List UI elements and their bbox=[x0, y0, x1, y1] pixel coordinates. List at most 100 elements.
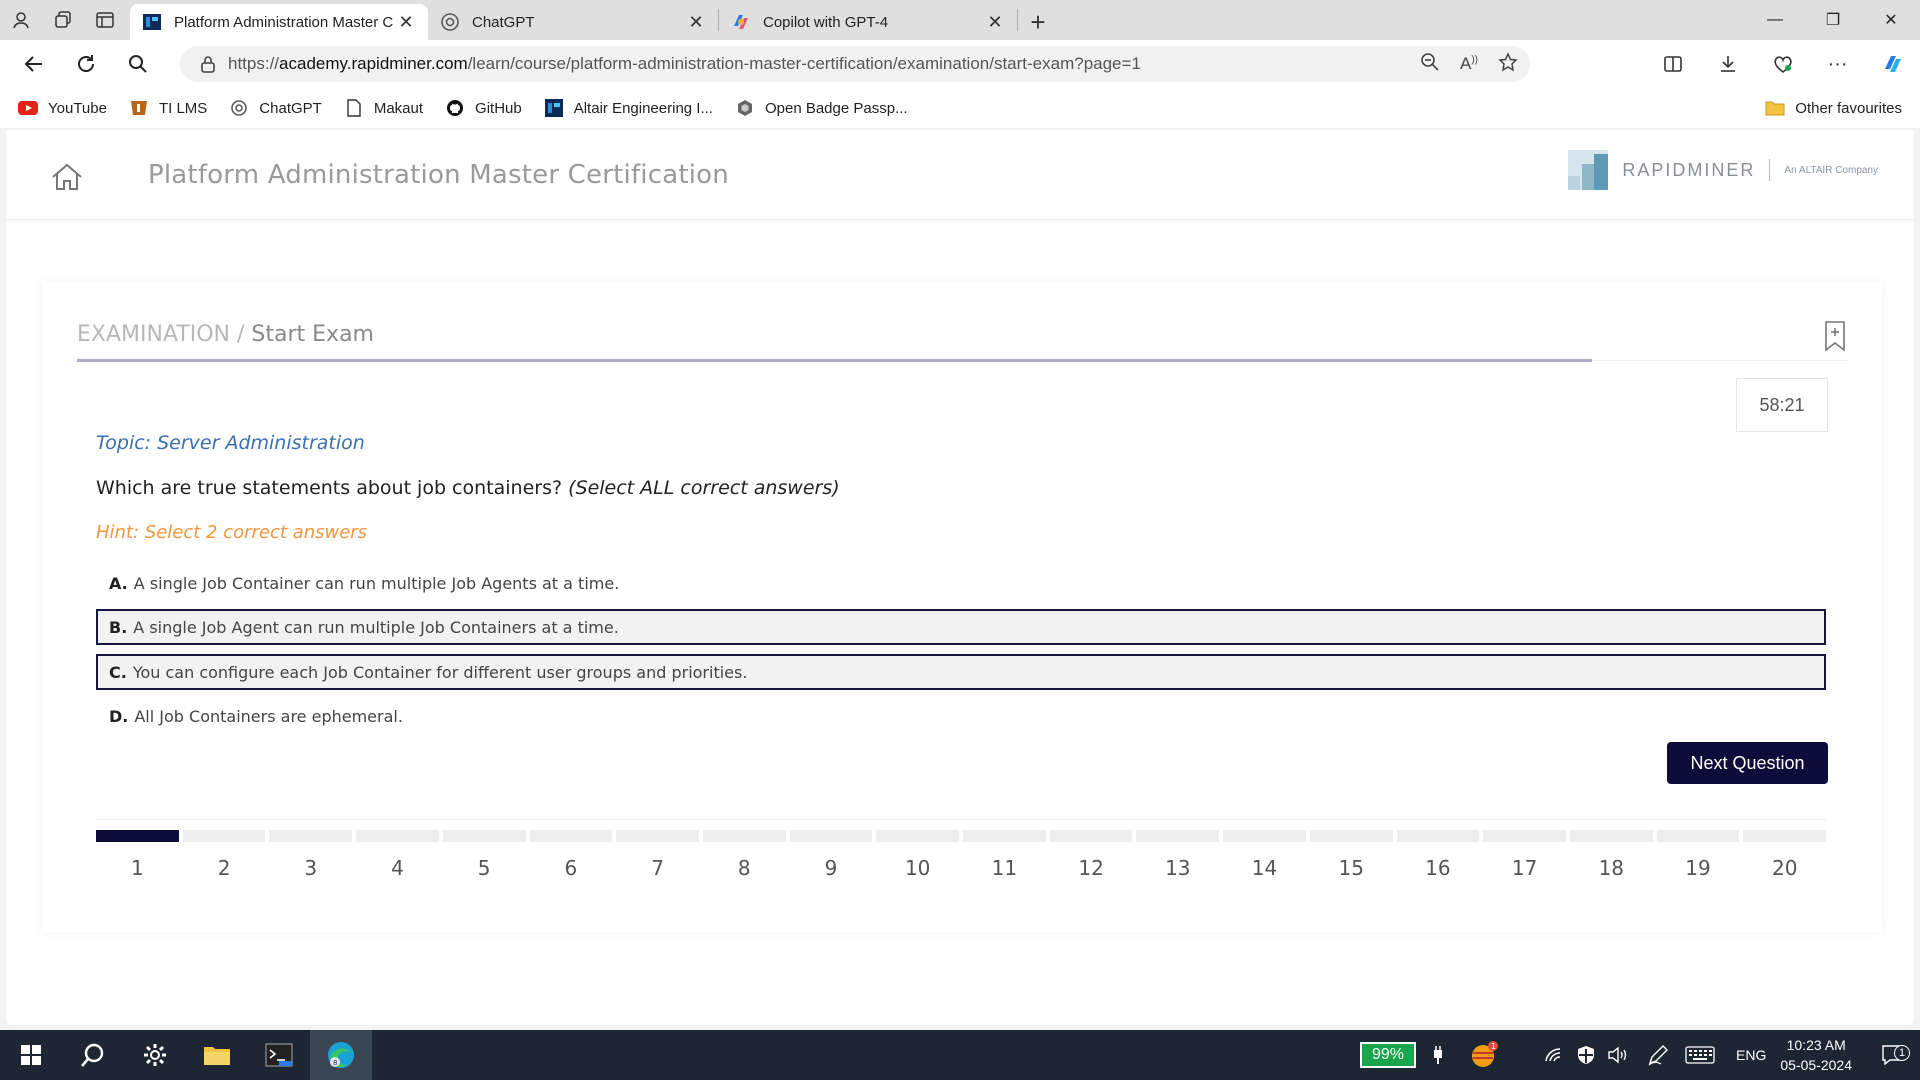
back-button[interactable] bbox=[8, 40, 60, 88]
question-nav-item-16[interactable]: 16 bbox=[1396, 830, 1480, 880]
question-nav-bar bbox=[96, 830, 179, 842]
restore-button[interactable]: ❐ bbox=[1804, 0, 1862, 40]
home-icon[interactable] bbox=[50, 162, 84, 197]
bookmark-chatgpt[interactable]: ChatGPT bbox=[229, 98, 322, 118]
question-topic: Topic: Server Administration bbox=[96, 432, 365, 454]
security-shield-icon[interactable] bbox=[1570, 1045, 1602, 1065]
clock-time: 10:23 AM bbox=[1786, 1037, 1846, 1053]
question-nav-item-3[interactable]: 3 bbox=[269, 830, 353, 880]
question-nav-number: 18 bbox=[1598, 856, 1625, 880]
bookmark-youtube[interactable]: YouTube bbox=[18, 98, 107, 118]
new-tab-button[interactable]: + bbox=[1018, 4, 1058, 40]
question-nav-item-9[interactable]: 9 bbox=[789, 830, 873, 880]
close-tab-icon[interactable]: ✕ bbox=[396, 12, 416, 33]
answer-option-c[interactable]: C. You can configure each Job Container … bbox=[96, 654, 1826, 690]
question-nav-item-7[interactable]: 7 bbox=[616, 830, 699, 880]
ti-icon bbox=[129, 98, 149, 118]
language-indicator[interactable]: ENG bbox=[1736, 1047, 1766, 1063]
volume-icon[interactable] bbox=[1602, 1046, 1634, 1064]
rapidminer-logo[interactable]: RAPIDMINER An ALTAIR Company bbox=[1568, 150, 1878, 190]
more-options-icon[interactable]: ··· bbox=[1810, 40, 1865, 88]
bookmark-add-icon[interactable] bbox=[1824, 320, 1846, 357]
question-nav-item-10[interactable]: 10 bbox=[876, 830, 960, 880]
answer-option-a[interactable]: A. A single Job Container can run multip… bbox=[96, 565, 1826, 601]
question-nav-item-5[interactable]: 5 bbox=[442, 830, 526, 880]
question-nav-item-18[interactable]: 18 bbox=[1569, 830, 1653, 880]
taskbar-search-icon[interactable] bbox=[62, 1030, 124, 1080]
svg-text:1: 1 bbox=[1491, 1042, 1496, 1051]
bookmark-altair[interactable]: Altair Engineering I... bbox=[544, 98, 713, 118]
question-nav-number: 10 bbox=[904, 856, 931, 880]
clock[interactable]: 10:23 AM 05-05-2024 bbox=[1780, 1035, 1852, 1075]
option-text: You can configure each Job Container for… bbox=[132, 662, 748, 682]
question-nav-item-4[interactable]: 4 bbox=[356, 830, 439, 880]
download-icon[interactable] bbox=[1700, 40, 1755, 88]
search-icon[interactable] bbox=[112, 40, 164, 88]
question-nav-bar bbox=[876, 830, 960, 842]
question-nav-item-12[interactable]: 12 bbox=[1049, 830, 1133, 880]
answer-option-d[interactable]: D. All Job Containers are ephemeral. bbox=[96, 698, 1826, 734]
address-bar-row: https://academy.rapidminer.com/learn/cou… bbox=[0, 40, 1920, 88]
option-letter: A. bbox=[109, 573, 128, 593]
favorite-star-icon[interactable] bbox=[1498, 51, 1518, 77]
question-nav-bar bbox=[1136, 830, 1220, 842]
pen-icon[interactable] bbox=[1642, 1044, 1674, 1066]
close-tab-icon[interactable]: ✕ bbox=[985, 12, 1005, 33]
battery-indicator[interactable]: 99% bbox=[1360, 1042, 1417, 1068]
question-nav-item-15[interactable]: 15 bbox=[1309, 830, 1393, 880]
other-favourites[interactable]: Other favourites bbox=[1765, 88, 1902, 128]
start-button[interactable] bbox=[0, 1030, 62, 1080]
question-nav-item-17[interactable]: 17 bbox=[1483, 830, 1566, 880]
wifi-icon[interactable] bbox=[1538, 1047, 1570, 1063]
question-nav-item-1[interactable]: 1 bbox=[96, 830, 179, 880]
youtube-icon bbox=[18, 98, 38, 118]
zoom-out-icon[interactable] bbox=[1420, 52, 1440, 77]
bookmark-ti-lms[interactable]: TI LMS bbox=[129, 98, 207, 118]
question-nav-number: 19 bbox=[1685, 856, 1711, 880]
file-explorer-icon[interactable] bbox=[186, 1030, 248, 1080]
browser-essentials-icon[interactable] bbox=[1755, 40, 1810, 88]
question-nav-item-2[interactable]: 2 bbox=[182, 830, 266, 880]
question-nav-number: 4 bbox=[391, 856, 404, 880]
url-field[interactable]: https://academy.rapidminer.com/learn/cou… bbox=[180, 46, 1530, 82]
notification-icon[interactable]: 1 bbox=[1870, 1045, 1916, 1065]
tab-title: Copilot with GPT-4 bbox=[763, 13, 889, 31]
tab-chatgpt[interactable]: ChatGPT ✕ bbox=[428, 4, 718, 40]
terminal-icon[interactable] bbox=[248, 1030, 310, 1080]
close-tab-icon[interactable]: ✕ bbox=[686, 12, 706, 33]
bookmark-github[interactable]: GitHub bbox=[445, 98, 522, 118]
question-nav-bar bbox=[1309, 830, 1393, 842]
read-aloud-icon[interactable]: A)) bbox=[1460, 54, 1478, 74]
bookmark-open-badge[interactable]: Open Badge Passp... bbox=[735, 98, 908, 118]
lock-icon[interactable] bbox=[188, 55, 228, 73]
question-nav-item-19[interactable]: 19 bbox=[1656, 830, 1740, 880]
copilot-icon[interactable] bbox=[1865, 40, 1920, 88]
option-letter: C. bbox=[109, 662, 127, 682]
edge-browser-icon[interactable]: 8 bbox=[310, 1030, 372, 1080]
settings-gear-icon[interactable] bbox=[124, 1030, 186, 1080]
tab-platform-admin[interactable]: Platform Administration Master C ✕ bbox=[130, 4, 428, 40]
question-nav-item-13[interactable]: 13 bbox=[1136, 830, 1220, 880]
tab-actions-icon[interactable] bbox=[84, 0, 126, 40]
question-nav-item-8[interactable]: 8 bbox=[702, 830, 786, 880]
minimize-button[interactable]: — bbox=[1746, 0, 1804, 40]
next-question-button[interactable]: Next Question bbox=[1667, 742, 1828, 784]
profile-icon[interactable] bbox=[0, 0, 42, 40]
question-nav-item-20[interactable]: 20 bbox=[1743, 830, 1827, 880]
url-text: https://academy.rapidminer.com/learn/cou… bbox=[228, 54, 1141, 73]
bookmark-makaut[interactable]: Makaut bbox=[344, 98, 423, 118]
breadcrumb-root[interactable]: EXAMINATION bbox=[77, 322, 230, 347]
close-window-button[interactable]: ✕ bbox=[1862, 0, 1920, 40]
workspaces-icon[interactable] bbox=[42, 0, 84, 40]
tab-copilot[interactable]: Copilot with GPT-4 ✕ bbox=[719, 4, 1017, 40]
weather-icon[interactable]: 1 bbox=[1454, 1040, 1514, 1070]
refresh-button[interactable] bbox=[60, 40, 112, 88]
question-nav-item-6[interactable]: 6 bbox=[529, 830, 613, 880]
question-nav-item-14[interactable]: 14 bbox=[1223, 830, 1306, 880]
keyboard-icon[interactable] bbox=[1678, 1046, 1722, 1064]
split-screen-icon[interactable] bbox=[1645, 40, 1700, 88]
altair-icon bbox=[544, 98, 564, 118]
answer-option-b[interactable]: B. A single Job Agent can run multiple J… bbox=[96, 609, 1826, 645]
question-nav-bar bbox=[529, 830, 613, 842]
question-nav-item-11[interactable]: 11 bbox=[963, 830, 1046, 880]
